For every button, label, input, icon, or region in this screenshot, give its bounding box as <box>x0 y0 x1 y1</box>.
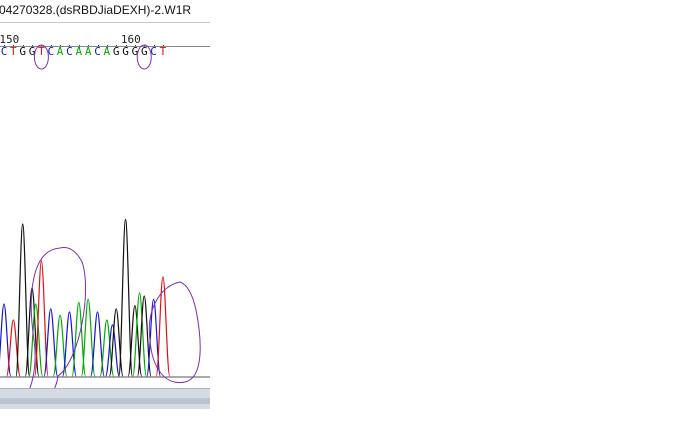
trace-peak-c <box>62 311 77 377</box>
scrollbar-track[interactable] <box>0 398 210 404</box>
trace-peak-g <box>118 218 133 377</box>
base-annotation-circle <box>136 44 152 70</box>
trace-peak-c <box>0 303 12 377</box>
trace-plot <box>0 44 210 406</box>
chromatogram-viewer: 04270328.(dsRBDJiaDEXH)-2.W1R 150 160 CTG… <box>0 0 210 426</box>
base-annotation-circle <box>33 44 49 70</box>
trace-peak-c <box>146 298 161 377</box>
